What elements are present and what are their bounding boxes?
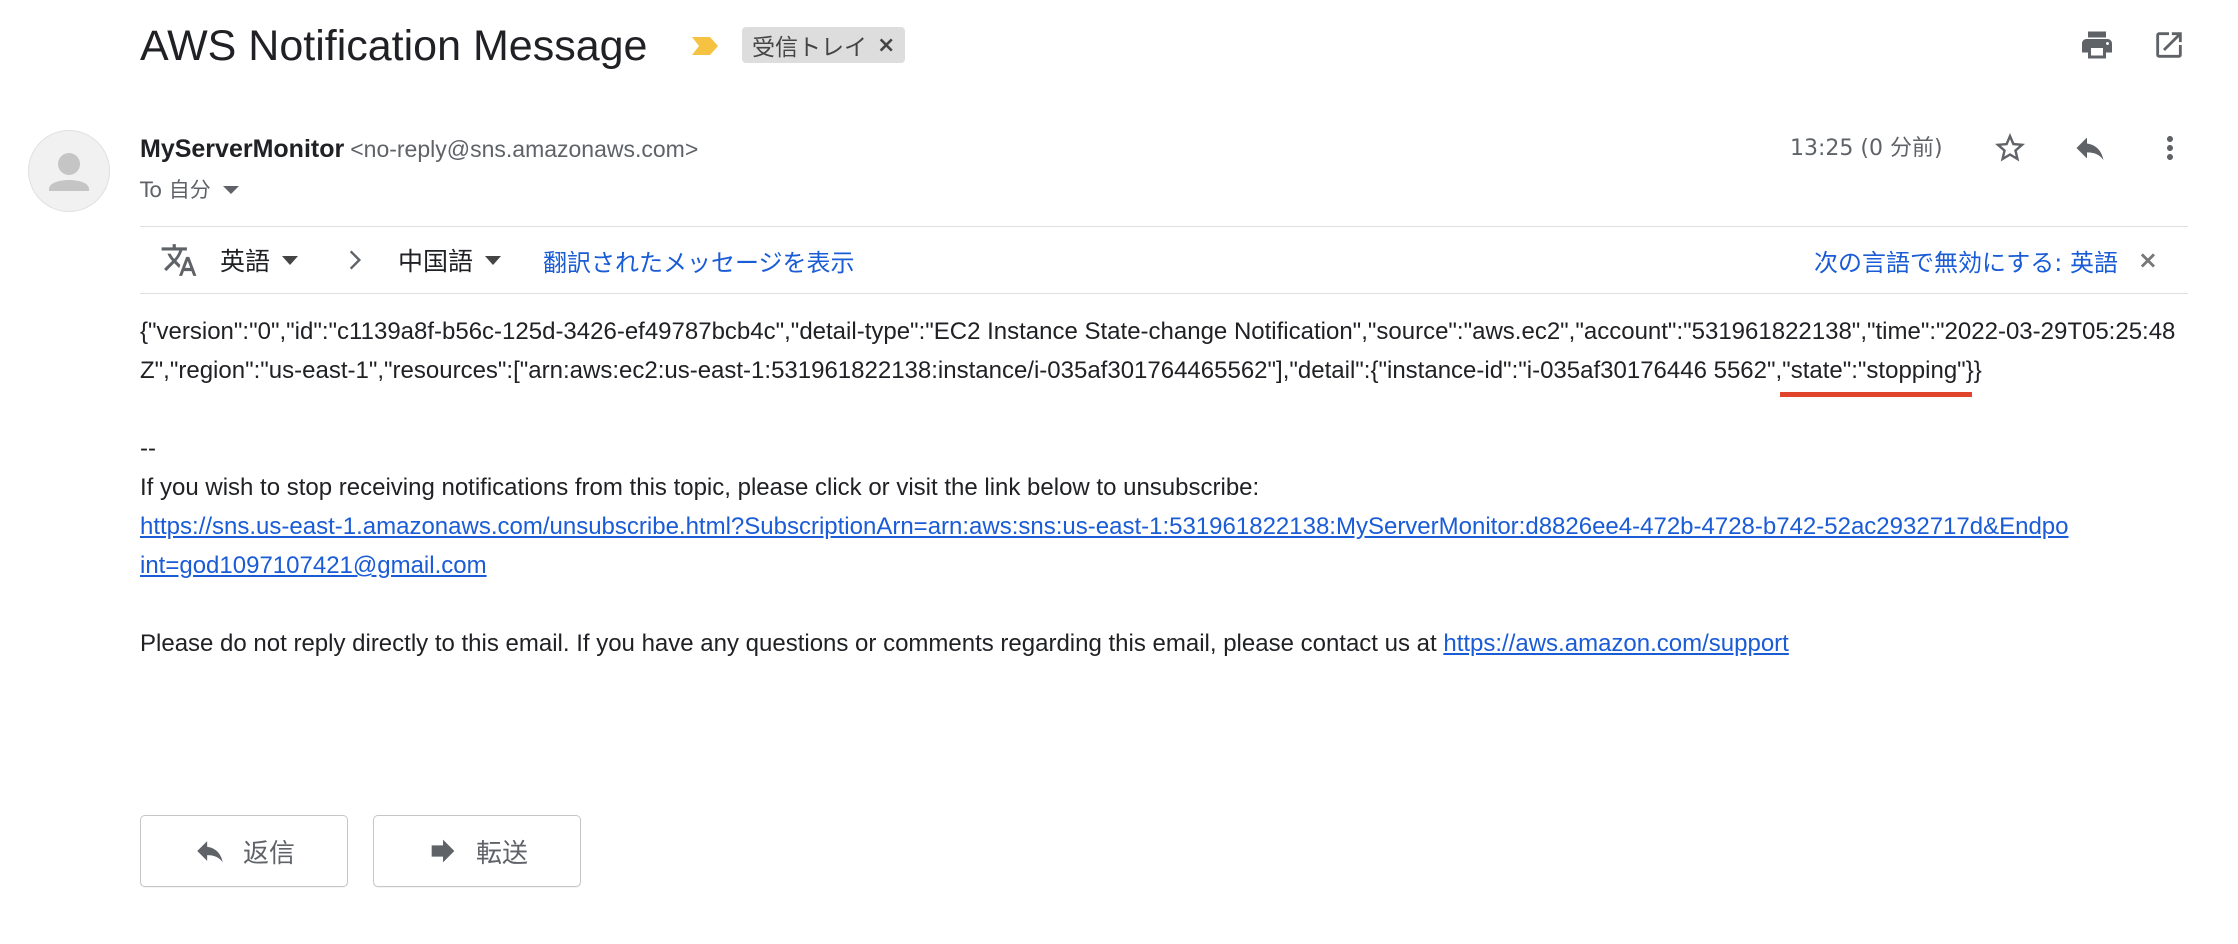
sender-name[interactable]: MyServerMonitor bbox=[140, 135, 344, 163]
avatar-icon bbox=[49, 153, 89, 191]
message-body: {"version":"0","id":"c1139a8f-b56c-125d-… bbox=[140, 312, 2190, 663]
recipient-label: To 自分 bbox=[140, 178, 211, 202]
star-icon[interactable] bbox=[1988, 126, 2032, 170]
state-highlight: "state":"stopping" bbox=[1780, 351, 1972, 397]
source-language-select[interactable]: 英語 bbox=[220, 227, 299, 293]
source-language-label: 英語 bbox=[220, 247, 271, 276]
reply-button-label: 返信 bbox=[242, 838, 295, 869]
support-link[interactable]: https://aws.amazon.com/support bbox=[1443, 630, 1789, 657]
unsubscribe-text: If you wish to stop receiving notificati… bbox=[140, 474, 1260, 501]
open-in-new-window-icon[interactable] bbox=[2147, 23, 2191, 67]
unsubscribe-link[interactable]: https://sns.us-east-1.amazonaws.com/unsu… bbox=[140, 513, 2069, 579]
json-text-after: }} bbox=[1965, 357, 1982, 384]
inbox-label-chip: 受信トレイ × bbox=[742, 27, 906, 63]
reply-button[interactable]: 返信 bbox=[140, 815, 348, 887]
importance-marker-icon[interactable] bbox=[690, 34, 720, 58]
close-icon[interactable]: × bbox=[877, 33, 895, 58]
reply-icon[interactable] bbox=[2068, 126, 2112, 170]
json-payload: {"version":"0","id":"c1139a8f-b56c-125d-… bbox=[140, 312, 2190, 397]
chevron-right-icon bbox=[342, 227, 368, 293]
footer-text: Please do not reply directly to this ema… bbox=[140, 630, 1444, 657]
translate-icon bbox=[160, 227, 198, 293]
target-language-label: 中国語 bbox=[398, 247, 474, 276]
recipient-details-toggle[interactable]: To 自分 bbox=[140, 174, 239, 206]
caret-down-icon bbox=[485, 255, 502, 265]
forward-button[interactable]: 転送 bbox=[373, 815, 581, 887]
sender-email: <no-reply@sns.amazonaws.com> bbox=[350, 136, 699, 162]
email-subject: AWS Notification Message bbox=[140, 22, 648, 70]
show-translation-link[interactable]: 翻訳されたメッセージを表示 bbox=[543, 227, 855, 293]
label-text: 受信トレイ bbox=[752, 35, 867, 61]
target-language-select[interactable]: 中国語 bbox=[398, 227, 502, 293]
sender-line: MyServerMonitor <no-reply@sns.amazonaws.c… bbox=[140, 133, 698, 165]
print-icon[interactable] bbox=[2075, 23, 2119, 67]
email-time: 13:25 (0 分前) bbox=[1790, 136, 1943, 161]
disable-language-link[interactable]: 次の言語で無効にする: 英語 bbox=[1814, 227, 2118, 293]
avatar bbox=[28, 130, 110, 212]
more-vert-icon[interactable] bbox=[2148, 126, 2192, 170]
signature-separator: -- bbox=[140, 435, 156, 462]
translate-bar: 英語 中国語 翻訳されたメッセージを表示 次の言語で無効にする: 英語 × bbox=[140, 226, 2188, 294]
forward-icon bbox=[431, 839, 455, 863]
forward-button-label: 転送 bbox=[475, 838, 528, 869]
reply-icon bbox=[197, 841, 223, 863]
close-icon[interactable]: × bbox=[2138, 227, 2158, 293]
caret-down-icon bbox=[222, 186, 239, 194]
caret-down-icon bbox=[282, 255, 299, 265]
